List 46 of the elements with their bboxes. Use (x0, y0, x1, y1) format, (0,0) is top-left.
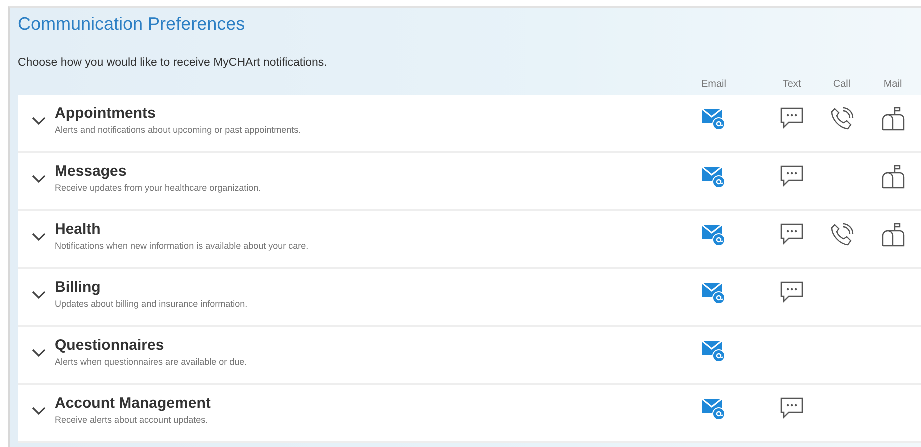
category-title: Messages (55, 163, 128, 180)
chat-bubble-icon[interactable] (780, 397, 804, 419)
email-icon[interactable] (701, 281, 727, 305)
chevron-down-icon[interactable] (32, 291, 46, 300)
category-title: Appointments (55, 105, 157, 122)
column-header: Mail (884, 79, 902, 92)
category-description: Updates about billing and insurance information. (55, 299, 249, 309)
category-title: Account Management (55, 395, 212, 412)
mailbox-icon[interactable] (881, 165, 905, 189)
mailbox-icon[interactable] (881, 223, 905, 247)
email-icon[interactable] (701, 223, 727, 247)
chevron-down-icon[interactable] (32, 117, 46, 126)
category-description: Notifications when new information is available about your care. (55, 241, 310, 251)
column-header: Email (701, 79, 726, 92)
preference-row[interactable]: Account Management Receive alerts about account updates. (18, 385, 921, 443)
chat-bubble-icon[interactable] (780, 281, 804, 303)
category-description: Alerts and notifications about upcoming or past appointments. (55, 125, 302, 135)
column-header: Text (782, 79, 802, 92)
preference-row[interactable]: Health Notifications when new information is available about your care. (18, 211, 921, 269)
preference-row[interactable]: Messages Receive updates from your healthcare organization. (18, 153, 921, 211)
preference-row[interactable]: Appointments Alerts and notifications about upcoming or past appointments. (18, 95, 921, 153)
column-header: Call (833, 79, 851, 92)
chat-bubble-icon[interactable] (780, 107, 804, 129)
chat-bubble-icon[interactable] (780, 223, 804, 245)
page-title: Communication Preferences (18, 14, 246, 35)
category-title: Billing (55, 279, 102, 296)
email-icon[interactable] (701, 339, 727, 363)
chat-bubble-icon[interactable] (780, 165, 804, 187)
email-icon[interactable] (701, 397, 727, 421)
intro-text: Choose how you would like to receive MyCHArt notifications. (18, 57, 328, 69)
chevron-down-icon[interactable] (32, 407, 46, 416)
preference-row[interactable]: Questionnaires Alerts when questionnaires are available or due. (18, 327, 921, 385)
mailbox-icon[interactable] (881, 107, 905, 131)
chevron-down-icon[interactable] (32, 349, 46, 358)
email-icon[interactable] (701, 107, 727, 131)
category-description: Receive updates from your healthcare organization. (55, 183, 262, 193)
phone-icon[interactable] (830, 107, 854, 131)
chevron-down-icon[interactable] (32, 175, 46, 184)
category-description: Receive alerts about account updates. (55, 415, 210, 425)
preference-row[interactable]: Billing Updates about billing and insurance information. (18, 269, 921, 327)
category-title: Health (55, 221, 102, 238)
category-title: Questionnaires (55, 337, 166, 354)
chevron-down-icon[interactable] (32, 233, 46, 242)
phone-icon[interactable] (830, 223, 854, 247)
email-icon[interactable] (701, 165, 727, 189)
category-description: Alerts when questionnaires are available or due. (55, 357, 248, 367)
